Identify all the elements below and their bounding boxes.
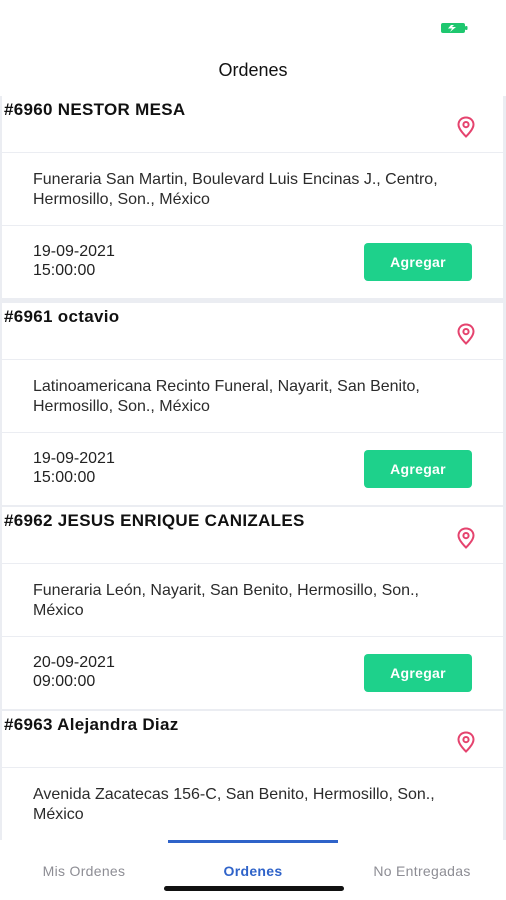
tab-ordenes[interactable]: Ordenes <box>168 840 338 900</box>
order-title: #6962 JESUS ENRIQUE CANIZALES <box>4 511 305 530</box>
order-address: Latinoamericana Recinto Funeral, Nayarit… <box>33 378 420 415</box>
order-time: 15:00:00 <box>33 469 96 486</box>
location-pin-icon[interactable] <box>456 731 476 753</box>
battery-icon <box>441 23 468 33</box>
order-title: #6961 octavio <box>4 307 120 326</box>
order-datetime: 19-09-2021 15:00:00 <box>33 449 115 487</box>
order-header: #6963 Alejandra Diaz <box>2 711 503 767</box>
orders-list[interactable]: #6960 NESTOR MESA Funeraria San Martin, … <box>0 96 506 840</box>
order-card[interactable]: #6961 octavio Latinoamericana Recinto Fu… <box>0 303 506 506</box>
home-indicator[interactable] <box>164 886 344 891</box>
order-header: #6962 JESUS ENRIQUE CANIZALES <box>2 507 503 563</box>
location-pin-icon[interactable] <box>456 323 476 345</box>
order-address-box: Latinoamericana Recinto Funeral, Nayarit… <box>2 360 503 432</box>
add-order-button[interactable]: Agregar <box>364 243 472 281</box>
order-card[interactable]: #6960 NESTOR MESA Funeraria San Martin, … <box>0 96 506 299</box>
add-order-button[interactable]: Agregar <box>364 654 472 692</box>
order-date: 19-09-2021 <box>33 243 115 260</box>
tab-no-entregadas[interactable]: No Entregadas <box>338 840 506 900</box>
order-datetime: 20-09-2021 09:00:00 <box>33 653 115 691</box>
order-date: 20-09-2021 <box>33 654 115 671</box>
page-title: Ordenes <box>218 60 288 80</box>
tab-mis-ordenes[interactable]: Mis Ordenes <box>0 840 168 900</box>
order-card[interactable]: #6963 Alejandra Diaz Avenida Zacatecas 1… <box>0 711 506 840</box>
order-address-box: Funeraria León, Nayarit, San Benito, Her… <box>2 564 503 636</box>
order-datetime-box: 20-09-2021 09:00:00 Agregar <box>2 637 503 709</box>
order-address-box: Avenida Zacatecas 156-C, San Benito, Her… <box>2 768 503 840</box>
order-title: #6963 Alejandra Diaz <box>4 715 179 734</box>
order-time: 09:00:00 <box>33 673 96 690</box>
order-time: 15:00:00 <box>33 262 96 279</box>
order-address: Funeraria León, Nayarit, San Benito, Her… <box>33 582 419 619</box>
add-order-button[interactable]: Agregar <box>364 450 472 488</box>
order-address-box: Funeraria San Martin, Boulevard Luis Enc… <box>2 153 503 225</box>
order-title: #6960 NESTOR MESA <box>4 100 186 119</box>
status-bar <box>0 0 506 44</box>
tab-label: Ordenes <box>223 863 283 879</box>
order-card[interactable]: #6962 JESUS ENRIQUE CANIZALES Funeraria … <box>0 507 506 710</box>
order-address: Funeraria San Martin, Boulevard Luis Enc… <box>33 171 438 208</box>
order-date: 19-09-2021 <box>33 450 115 467</box>
location-pin-icon[interactable] <box>456 116 476 138</box>
tab-label: No Entregadas <box>373 863 471 879</box>
tab-label: Mis Ordenes <box>42 863 126 879</box>
bottom-tab-bar: Mis Ordenes Ordenes No Entregadas <box>0 840 506 900</box>
order-datetime-box: 19-09-2021 15:00:00 Agregar <box>2 226 503 298</box>
order-header: #6961 octavio <box>2 303 503 359</box>
location-pin-icon[interactable] <box>456 527 476 549</box>
order-address: Avenida Zacatecas 156-C, San Benito, Her… <box>33 786 435 823</box>
order-datetime: 19-09-2021 15:00:00 <box>33 242 115 280</box>
order-datetime-box: 19-09-2021 15:00:00 Agregar <box>2 433 503 505</box>
order-header: #6960 NESTOR MESA <box>2 96 503 152</box>
